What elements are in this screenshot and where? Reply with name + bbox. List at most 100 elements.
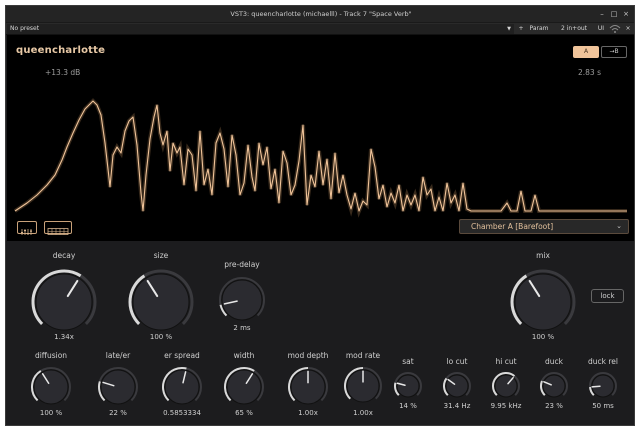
duck-knob[interactable]: duck 23 % bbox=[537, 357, 571, 421]
knob-dial[interactable] bbox=[440, 369, 474, 403]
chevron-down-icon: ⌄ bbox=[616, 222, 622, 230]
late-er-value: 22 % bbox=[109, 409, 127, 417]
eq-button[interactable] bbox=[17, 221, 37, 235]
mod-depth-label: mod depth bbox=[287, 351, 329, 360]
lo-cut-knob[interactable]: lo cut 31.4 Hz bbox=[439, 357, 475, 421]
knob-body bbox=[164, 369, 200, 405]
hi-cut-knob[interactable]: hi cut 9.95 kHz bbox=[486, 357, 526, 421]
er-spread-value: 0.5853334 bbox=[163, 409, 201, 417]
knob-body bbox=[542, 374, 566, 398]
knob-dial[interactable] bbox=[285, 364, 331, 410]
hi-cut-value: 9.95 kHz bbox=[490, 402, 522, 410]
knob-body bbox=[221, 279, 263, 321]
window-title: VST3: queencharlotte (michaelll) - Track… bbox=[230, 10, 412, 18]
maximize-button[interactable]: □ bbox=[609, 9, 619, 19]
knob-dial[interactable] bbox=[508, 267, 578, 337]
title-bar[interactable]: VST3: queencharlotte (michaelll) - Track… bbox=[6, 6, 634, 22]
decay-knob[interactable]: decay 1.34x bbox=[31, 251, 97, 343]
knob-body bbox=[33, 369, 69, 405]
duck-rel-knob[interactable]: duck rel 50 ms bbox=[583, 357, 623, 421]
decay-label: decay bbox=[52, 251, 76, 260]
eq-sliders-icon bbox=[21, 229, 32, 235]
knob-dial[interactable] bbox=[159, 364, 205, 410]
knob-body bbox=[100, 369, 136, 405]
ab-a-button[interactable]: A bbox=[573, 46, 599, 58]
diffusion-label: diffusion bbox=[34, 351, 68, 360]
room-mode-select[interactable]: Chamber A [Barefoot] ⌄ bbox=[459, 219, 629, 234]
mod-depth-knob[interactable]: mod depth 1.00x bbox=[283, 351, 333, 421]
plugin-window: VST3: queencharlotte (michaelll) - Track… bbox=[5, 5, 635, 426]
wifi-icon[interactable] bbox=[609, 24, 621, 34]
pre-delay-knob[interactable]: pre-delay 2 ms bbox=[217, 260, 267, 336]
knob-pointer bbox=[591, 385, 601, 388]
preset-value: No preset bbox=[10, 25, 40, 32]
minimize-button[interactable]: – bbox=[597, 9, 607, 19]
mod-depth-value: 1.00x bbox=[298, 409, 318, 417]
late-er-knob[interactable]: late/er 22 % bbox=[96, 351, 140, 421]
toolbar-close-button[interactable]: × bbox=[623, 24, 633, 34]
impulse-visualizer: queencharlotte ⌄ +13.3 dB 2.83 s A →B Ch… bbox=[7, 35, 634, 241]
er-spread-label: er spread bbox=[164, 351, 200, 360]
mix-knob[interactable]: mix 100 % bbox=[510, 251, 576, 343]
knob-dial[interactable] bbox=[221, 364, 267, 410]
keyboard-button[interactable] bbox=[44, 221, 72, 235]
duck-value: 23 % bbox=[545, 402, 563, 410]
plugin-name: queencharlotte bbox=[16, 45, 106, 56]
knob-body bbox=[514, 273, 572, 331]
mod-rate-knob[interactable]: mod rate 1.00x bbox=[341, 351, 385, 421]
knob-body bbox=[494, 374, 518, 398]
duck-rel-label: duck rel bbox=[588, 357, 618, 366]
lo-cut-value: 31.4 Hz bbox=[443, 402, 471, 410]
preset-select[interactable]: No preset ▼ bbox=[7, 24, 514, 34]
sat-knob[interactable]: sat 14 % bbox=[392, 357, 424, 421]
mod-rate-label: mod rate bbox=[345, 351, 381, 360]
close-button[interactable]: × bbox=[621, 9, 631, 19]
knob-dial[interactable] bbox=[391, 369, 425, 403]
sat-value: 14 % bbox=[399, 402, 417, 410]
add-preset-button[interactable]: + bbox=[516, 24, 526, 34]
knob-dial[interactable] bbox=[216, 274, 268, 326]
decay-time-readout: 2.83 s bbox=[578, 68, 601, 77]
duck-rel-value: 50 ms bbox=[592, 402, 614, 410]
knob-dial[interactable] bbox=[586, 369, 620, 403]
er-spread-knob[interactable]: er spread 0.5853334 bbox=[157, 351, 207, 421]
knob-body bbox=[396, 374, 420, 398]
lock-button[interactable]: lock bbox=[591, 289, 624, 303]
size-label: size bbox=[153, 251, 169, 260]
chevron-down-icon[interactable]: ⌄ bbox=[101, 47, 106, 54]
lo-cut-label: lo cut bbox=[446, 357, 468, 366]
controls-panel: decay 1.34x size 100 % pre-delay 2 ms mi… bbox=[7, 241, 634, 425]
impulse-waveform bbox=[13, 98, 627, 218]
keyboard-icon bbox=[47, 228, 69, 235]
sat-label: sat bbox=[402, 357, 414, 366]
width-value: 65 % bbox=[235, 409, 253, 417]
knob-dial[interactable] bbox=[28, 364, 74, 410]
late-er-label: late/er bbox=[105, 351, 131, 360]
pre-delay-label: pre-delay bbox=[224, 260, 260, 269]
duck-label: duck bbox=[545, 357, 563, 366]
knob-dial[interactable] bbox=[95, 364, 141, 410]
knob-dial[interactable] bbox=[537, 369, 571, 403]
chevron-down-icon: ▼ bbox=[507, 26, 511, 32]
width-label: width bbox=[233, 351, 255, 360]
knob-dial[interactable] bbox=[126, 267, 196, 337]
mix-label: mix bbox=[536, 251, 550, 260]
ui-button[interactable]: UI bbox=[596, 24, 606, 34]
host-toolbar: No preset ▼ + Param 2 in+out UI × bbox=[6, 22, 634, 35]
knob-dial[interactable] bbox=[489, 369, 523, 403]
knob-dial[interactable] bbox=[341, 364, 385, 408]
knob-body bbox=[445, 374, 469, 398]
hi-cut-label: hi cut bbox=[495, 357, 517, 366]
size-knob[interactable]: size 100 % bbox=[128, 251, 194, 343]
knob-dial[interactable] bbox=[29, 267, 99, 337]
knob-body bbox=[35, 273, 93, 331]
knob-body bbox=[132, 273, 190, 331]
width-knob[interactable]: width 65 % bbox=[222, 351, 266, 421]
param-button[interactable]: Param bbox=[528, 24, 550, 34]
diffusion-knob[interactable]: diffusion 100 % bbox=[29, 351, 73, 421]
io-button[interactable]: 2 in+out bbox=[560, 24, 588, 34]
room-mode-value: Chamber A [Barefoot] bbox=[471, 222, 554, 231]
knob-body bbox=[226, 369, 262, 405]
ab-copy-to-b-button[interactable]: →B bbox=[601, 46, 627, 58]
diffusion-value: 100 % bbox=[39, 409, 63, 417]
